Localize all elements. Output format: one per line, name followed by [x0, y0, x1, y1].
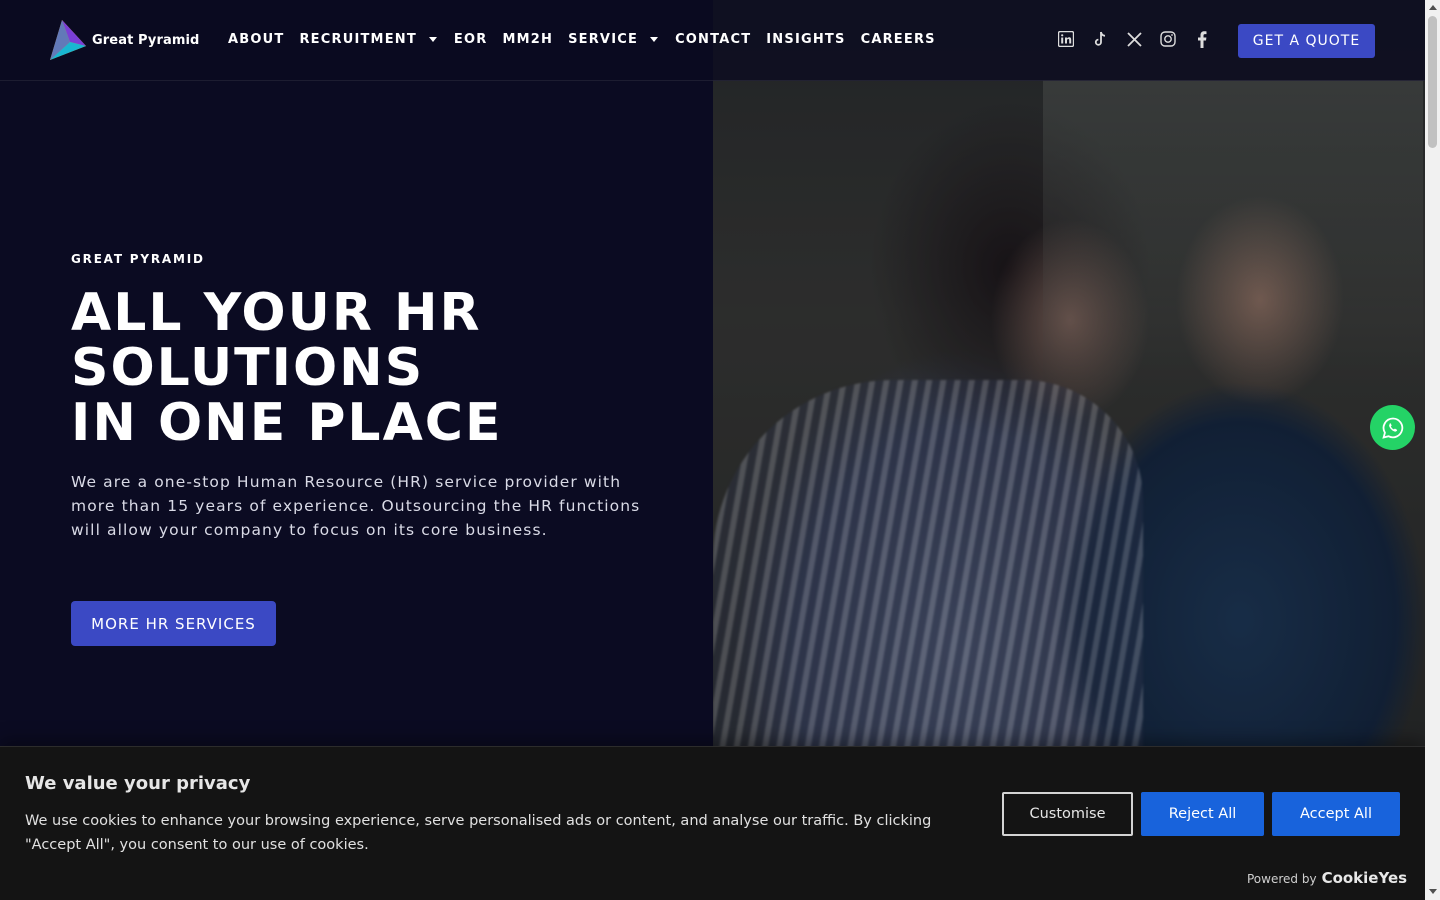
powered-by-label: Powered by	[1247, 872, 1317, 886]
site-logo[interactable]: Great Pyramid	[50, 20, 199, 60]
nav-service[interactable]: SERVICE	[568, 32, 660, 47]
hero-eyebrow: GREAT PYRAMID	[71, 252, 205, 266]
nav-service-label: SERVICE	[568, 32, 639, 47]
accept-all-button[interactable]: Accept All	[1272, 792, 1400, 836]
cookie-consent-banner: We value your privacy We use cookies to …	[0, 746, 1425, 900]
nav-about-label: ABOUT	[228, 32, 285, 47]
hero-description: We are a one-stop Human Resource (HR) se…	[71, 473, 641, 539]
x-icon[interactable]	[1125, 30, 1143, 48]
hero-title: ALL YOUR HR SOLUTIONS IN ONE PLACE	[71, 286, 691, 451]
scroll-thumb[interactable]	[1428, 16, 1437, 148]
logo-text: Great Pyramid	[92, 32, 200, 48]
more-hr-services-button[interactable]: MORE HR SERVICES	[71, 601, 276, 646]
main-nav: ABOUT RECRUITMENT EOR MM2H SERVICE CONTA…	[228, 32, 951, 47]
nav-mm2h[interactable]: MM2H	[502, 32, 553, 47]
chevron-down-icon	[650, 37, 659, 42]
social-links	[1057, 30, 1211, 48]
page-scrollbar[interactable]	[1425, 0, 1440, 900]
get-a-quote-button[interactable]: GET A QUOTE	[1238, 24, 1375, 58]
nav-recruitment-label: RECRUITMENT	[299, 32, 417, 47]
facebook-icon[interactable]	[1193, 30, 1211, 48]
chevron-down-icon	[428, 37, 437, 42]
instagram-icon[interactable]	[1159, 30, 1177, 48]
scroll-down-arrow-icon[interactable]	[1429, 889, 1437, 894]
cookie-title: We value your privacy	[25, 773, 251, 794]
cookie-text: We use cookies to enhance your browsing …	[25, 813, 932, 853]
whatsapp-button[interactable]	[1370, 405, 1415, 450]
pyramid-logo-icon	[50, 20, 86, 60]
nav-eor-label: EOR	[453, 32, 488, 47]
hero-title-line-1: ALL YOUR HR	[71, 283, 482, 343]
nav-recruitment[interactable]: RECRUITMENT	[299, 32, 438, 47]
hero-title-line-3: IN ONE PLACE	[71, 393, 503, 453]
nav-mm2h-label: MM2H	[502, 32, 554, 47]
nav-eor[interactable]: EOR	[454, 32, 488, 47]
tiktok-icon[interactable]	[1091, 30, 1109, 48]
nav-careers-label: CAREERS	[860, 32, 936, 47]
nav-contact[interactable]: CONTACT	[675, 32, 751, 47]
nav-insights-label: INSIGHTS	[766, 32, 846, 47]
nav-careers[interactable]: CAREERS	[861, 32, 936, 47]
reject-all-button[interactable]: Reject All	[1141, 792, 1264, 836]
nav-contact-label: CONTACT	[675, 32, 752, 47]
site-header: Great Pyramid ABOUT RECRUITMENT EOR MM2H…	[0, 0, 1425, 81]
cookieyes-logo[interactable]: CookieYes	[1322, 869, 1408, 887]
whatsapp-icon	[1381, 417, 1403, 439]
nav-insights[interactable]: INSIGHTS	[766, 32, 845, 47]
linkedin-icon[interactable]	[1057, 30, 1075, 48]
hero-title-line-2: SOLUTIONS	[71, 338, 425, 398]
scroll-up-arrow-icon[interactable]	[1429, 5, 1437, 10]
nav-about[interactable]: ABOUT	[228, 32, 284, 47]
powered-by: Powered by CookieYes	[1247, 869, 1407, 887]
customise-button[interactable]: Customise	[1002, 792, 1133, 836]
